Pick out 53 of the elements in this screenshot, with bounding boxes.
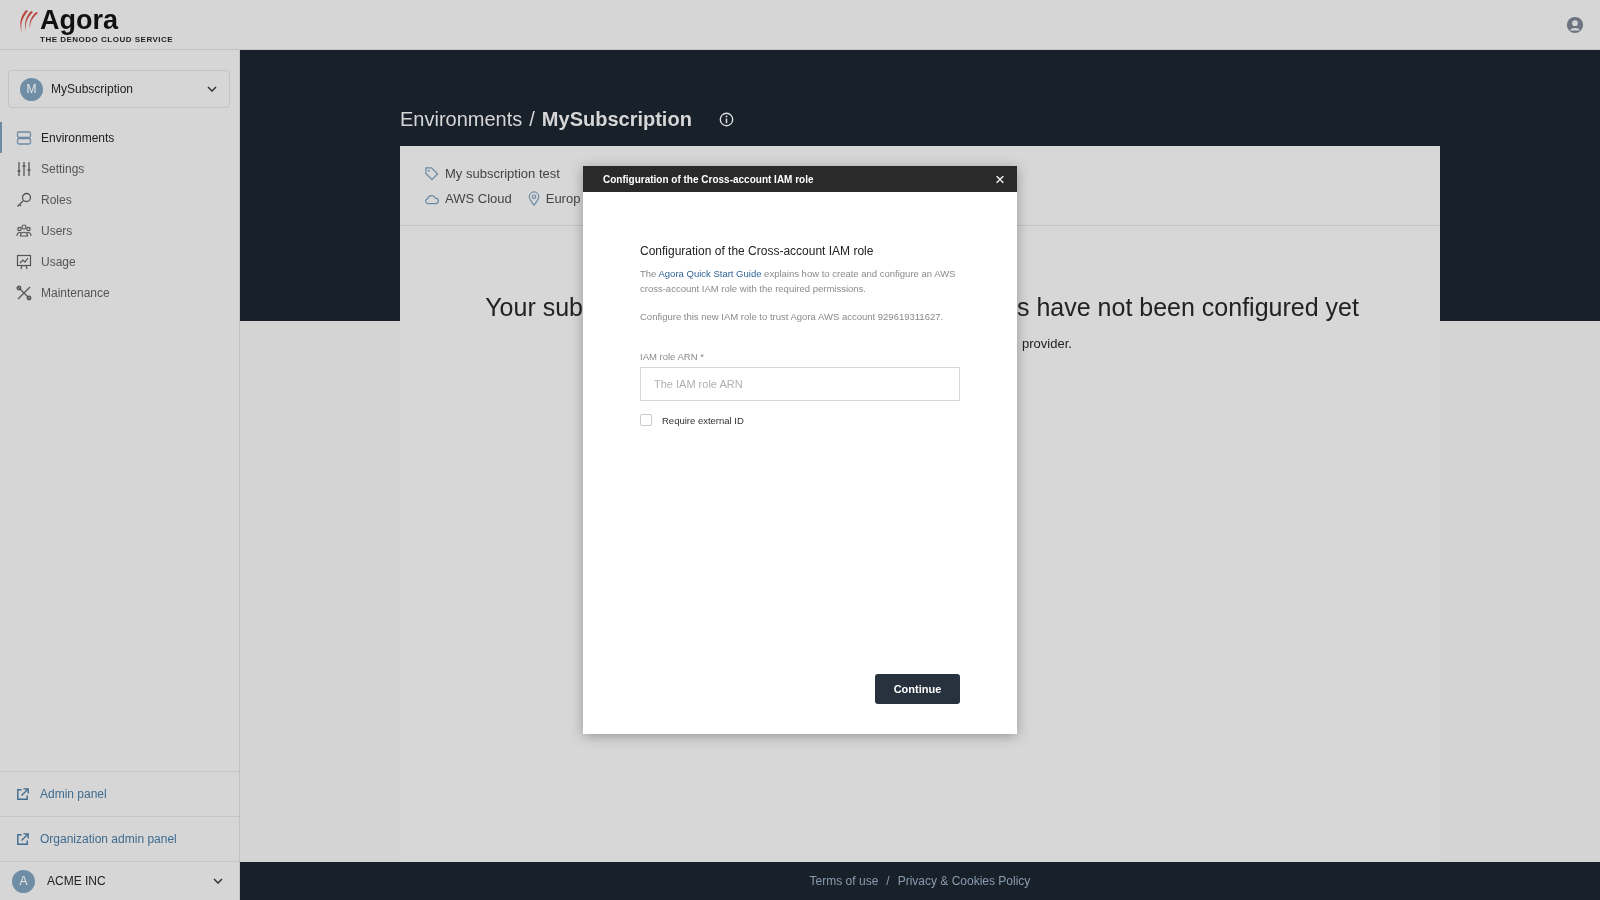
user-icon[interactable] — [1566, 15, 1584, 34]
dialog-heading: Configuration of the Cross-account IAM role — [640, 244, 875, 258]
tag-icon — [424, 166, 439, 181]
breadcrumb-separator: / — [529, 108, 535, 131]
nav-item[interactable]: Settings — [0, 153, 239, 184]
nav-item[interactable]: Maintenance — [0, 277, 239, 308]
field-label: IAM role ARN * — [640, 351, 705, 362]
avatar: M — [20, 77, 43, 101]
cloud-provider: AWS Cloud — [445, 191, 512, 206]
dialog-title: Configuration of the Cross-account IAM role — [603, 173, 814, 185]
organization-selector[interactable]: A ACME INC — [0, 861, 239, 900]
key-icon — [16, 191, 32, 208]
subscription-name: My subscription test — [445, 166, 560, 181]
external-link-icon — [15, 831, 30, 847]
footer-separator: / — [886, 874, 890, 888]
chevron-icon — [213, 878, 223, 884]
trust-note: Configure this new IAM role to trust Agora AWS account 929619311627. — [640, 310, 945, 324]
users-icon — [16, 222, 32, 239]
external-link-icon — [15, 786, 30, 802]
organization-name: ACME INC — [47, 874, 107, 888]
subscription-name: MySubscription — [51, 82, 135, 96]
server-icon — [16, 129, 32, 146]
iam-role-field[interactable]: The IAM role ARN — [640, 367, 960, 401]
footer-link[interactable]: Terms of use — [809, 874, 879, 888]
intro-paragraph: The Agora Quick Start Guide explains how to create and configure an AWS cross-account IAM role with the required permissions. — [640, 267, 957, 296]
note-fragment: provider. — [1021, 336, 1072, 351]
logo-text: Agora — [40, 5, 118, 35]
nav-item[interactable]: Roles — [0, 184, 239, 215]
footer-link[interactable]: Privacy & Cookies Policy — [897, 874, 1031, 888]
close-button[interactable]: × — [993, 170, 1007, 188]
chart-board-icon — [16, 253, 32, 270]
headline-fragment: s have not been configured yet — [1017, 293, 1359, 322]
breadcrumb-parent[interactable]: Environments — [400, 108, 523, 131]
headline-fragment: Your sub — [485, 293, 583, 323]
sliders-icon — [16, 160, 32, 177]
checkbox-label: Require external ID — [662, 414, 744, 426]
region: Europ — [545, 191, 581, 206]
external-link[interactable]: Admin panel — [0, 771, 239, 816]
subscription-selector[interactable]: M MySubscription — [8, 70, 230, 108]
nav-item[interactable]: Usage — [0, 246, 239, 277]
nav-item[interactable]: Users — [0, 215, 239, 246]
location-pin-icon — [527, 191, 540, 206]
tools-icon — [16, 284, 32, 301]
guide-link[interactable]: Agora Quick Start Guide — [658, 268, 762, 279]
avatar: A — [12, 869, 35, 893]
continue-button[interactable]: Continue — [875, 674, 960, 704]
chevron-icon — [207, 86, 217, 92]
checkbox[interactable] — [640, 414, 652, 426]
info-icon[interactable] — [718, 112, 734, 127]
external-link[interactable]: Organization admin panel — [0, 816, 239, 861]
cloud-icon — [424, 192, 439, 205]
logo-tagline: THE DENODO CLOUD SERVICE — [40, 35, 174, 44]
breadcrumb-current: MySubscription — [541, 108, 692, 131]
